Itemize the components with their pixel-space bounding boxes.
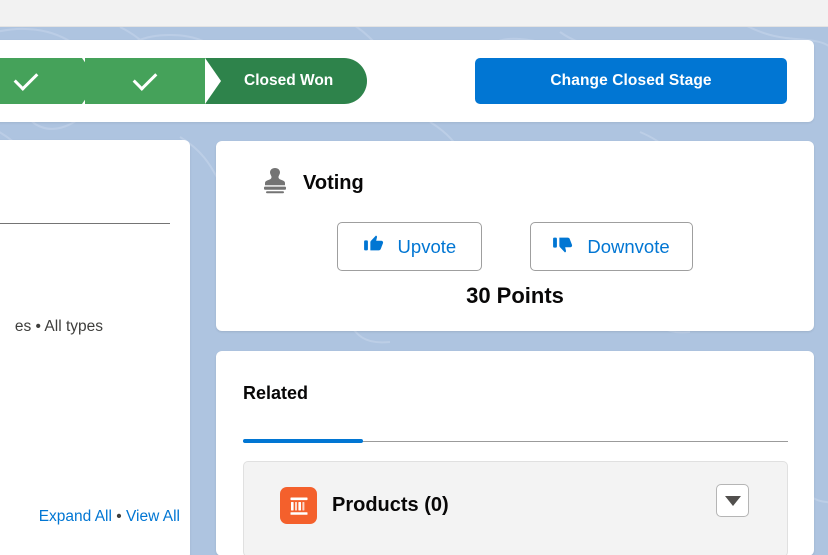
vote-points-total: 30 Points	[466, 283, 564, 308]
activity-panel-links: Expand All • View All	[0, 508, 180, 526]
path-stage-completed-1[interactable]	[0, 58, 98, 104]
change-closed-stage-button[interactable]: Change Closed Stage	[475, 58, 787, 104]
thumbs-down-icon	[553, 234, 575, 259]
thumbs-up-icon	[363, 234, 386, 259]
expand-all-link[interactable]: Expand All	[39, 508, 112, 525]
vote-button-group: Upvote Downvote	[216, 222, 814, 271]
stage-notch	[205, 58, 221, 104]
activity-panel: es • All types Expand All • View All	[0, 140, 190, 555]
downvote-button[interactable]: Downvote	[530, 222, 693, 271]
related-item-toggle-button[interactable]	[716, 484, 749, 517]
stamp-icon	[259, 165, 291, 202]
path-stage-completed-2[interactable]	[85, 58, 221, 104]
path-card: Closed Won Change Closed Stage	[0, 40, 814, 122]
voting-title: Voting	[303, 172, 364, 194]
downvote-label: Downvote	[587, 235, 670, 257]
panel-divider	[0, 223, 170, 224]
path-stage-label: Closed Won	[244, 72, 334, 89]
view-all-link[interactable]: View All	[126, 508, 180, 525]
activity-filter-summary: es • All types	[14, 318, 103, 335]
tab-active-indicator	[243, 439, 363, 443]
browser-chrome-strip	[0, 0, 828, 27]
voting-card: Voting Upvote Downvote 30 Points	[216, 141, 814, 331]
check-icon	[13, 65, 39, 91]
related-item-label: Products (0)	[332, 494, 449, 516]
product-icon	[280, 487, 317, 524]
stage-notch-fill	[189, 58, 206, 104]
related-tab-row: Related	[243, 383, 788, 443]
upvote-label: Upvote	[397, 235, 457, 257]
check-icon	[132, 65, 158, 91]
related-list-item-products[interactable]: Products (0)	[243, 461, 788, 555]
upvote-button[interactable]: Upvote	[337, 222, 483, 271]
tab-related[interactable]: Related	[243, 383, 308, 419]
voting-header: Voting	[259, 165, 364, 202]
path-stage-current-closed-won[interactable]: Closed Won	[189, 58, 368, 104]
stage-arrow	[82, 58, 98, 104]
related-card: Related Products (0)	[216, 351, 814, 555]
link-separator: •	[116, 508, 122, 525]
chevron-down-icon	[724, 495, 741, 506]
sales-path: Closed Won	[0, 58, 370, 104]
